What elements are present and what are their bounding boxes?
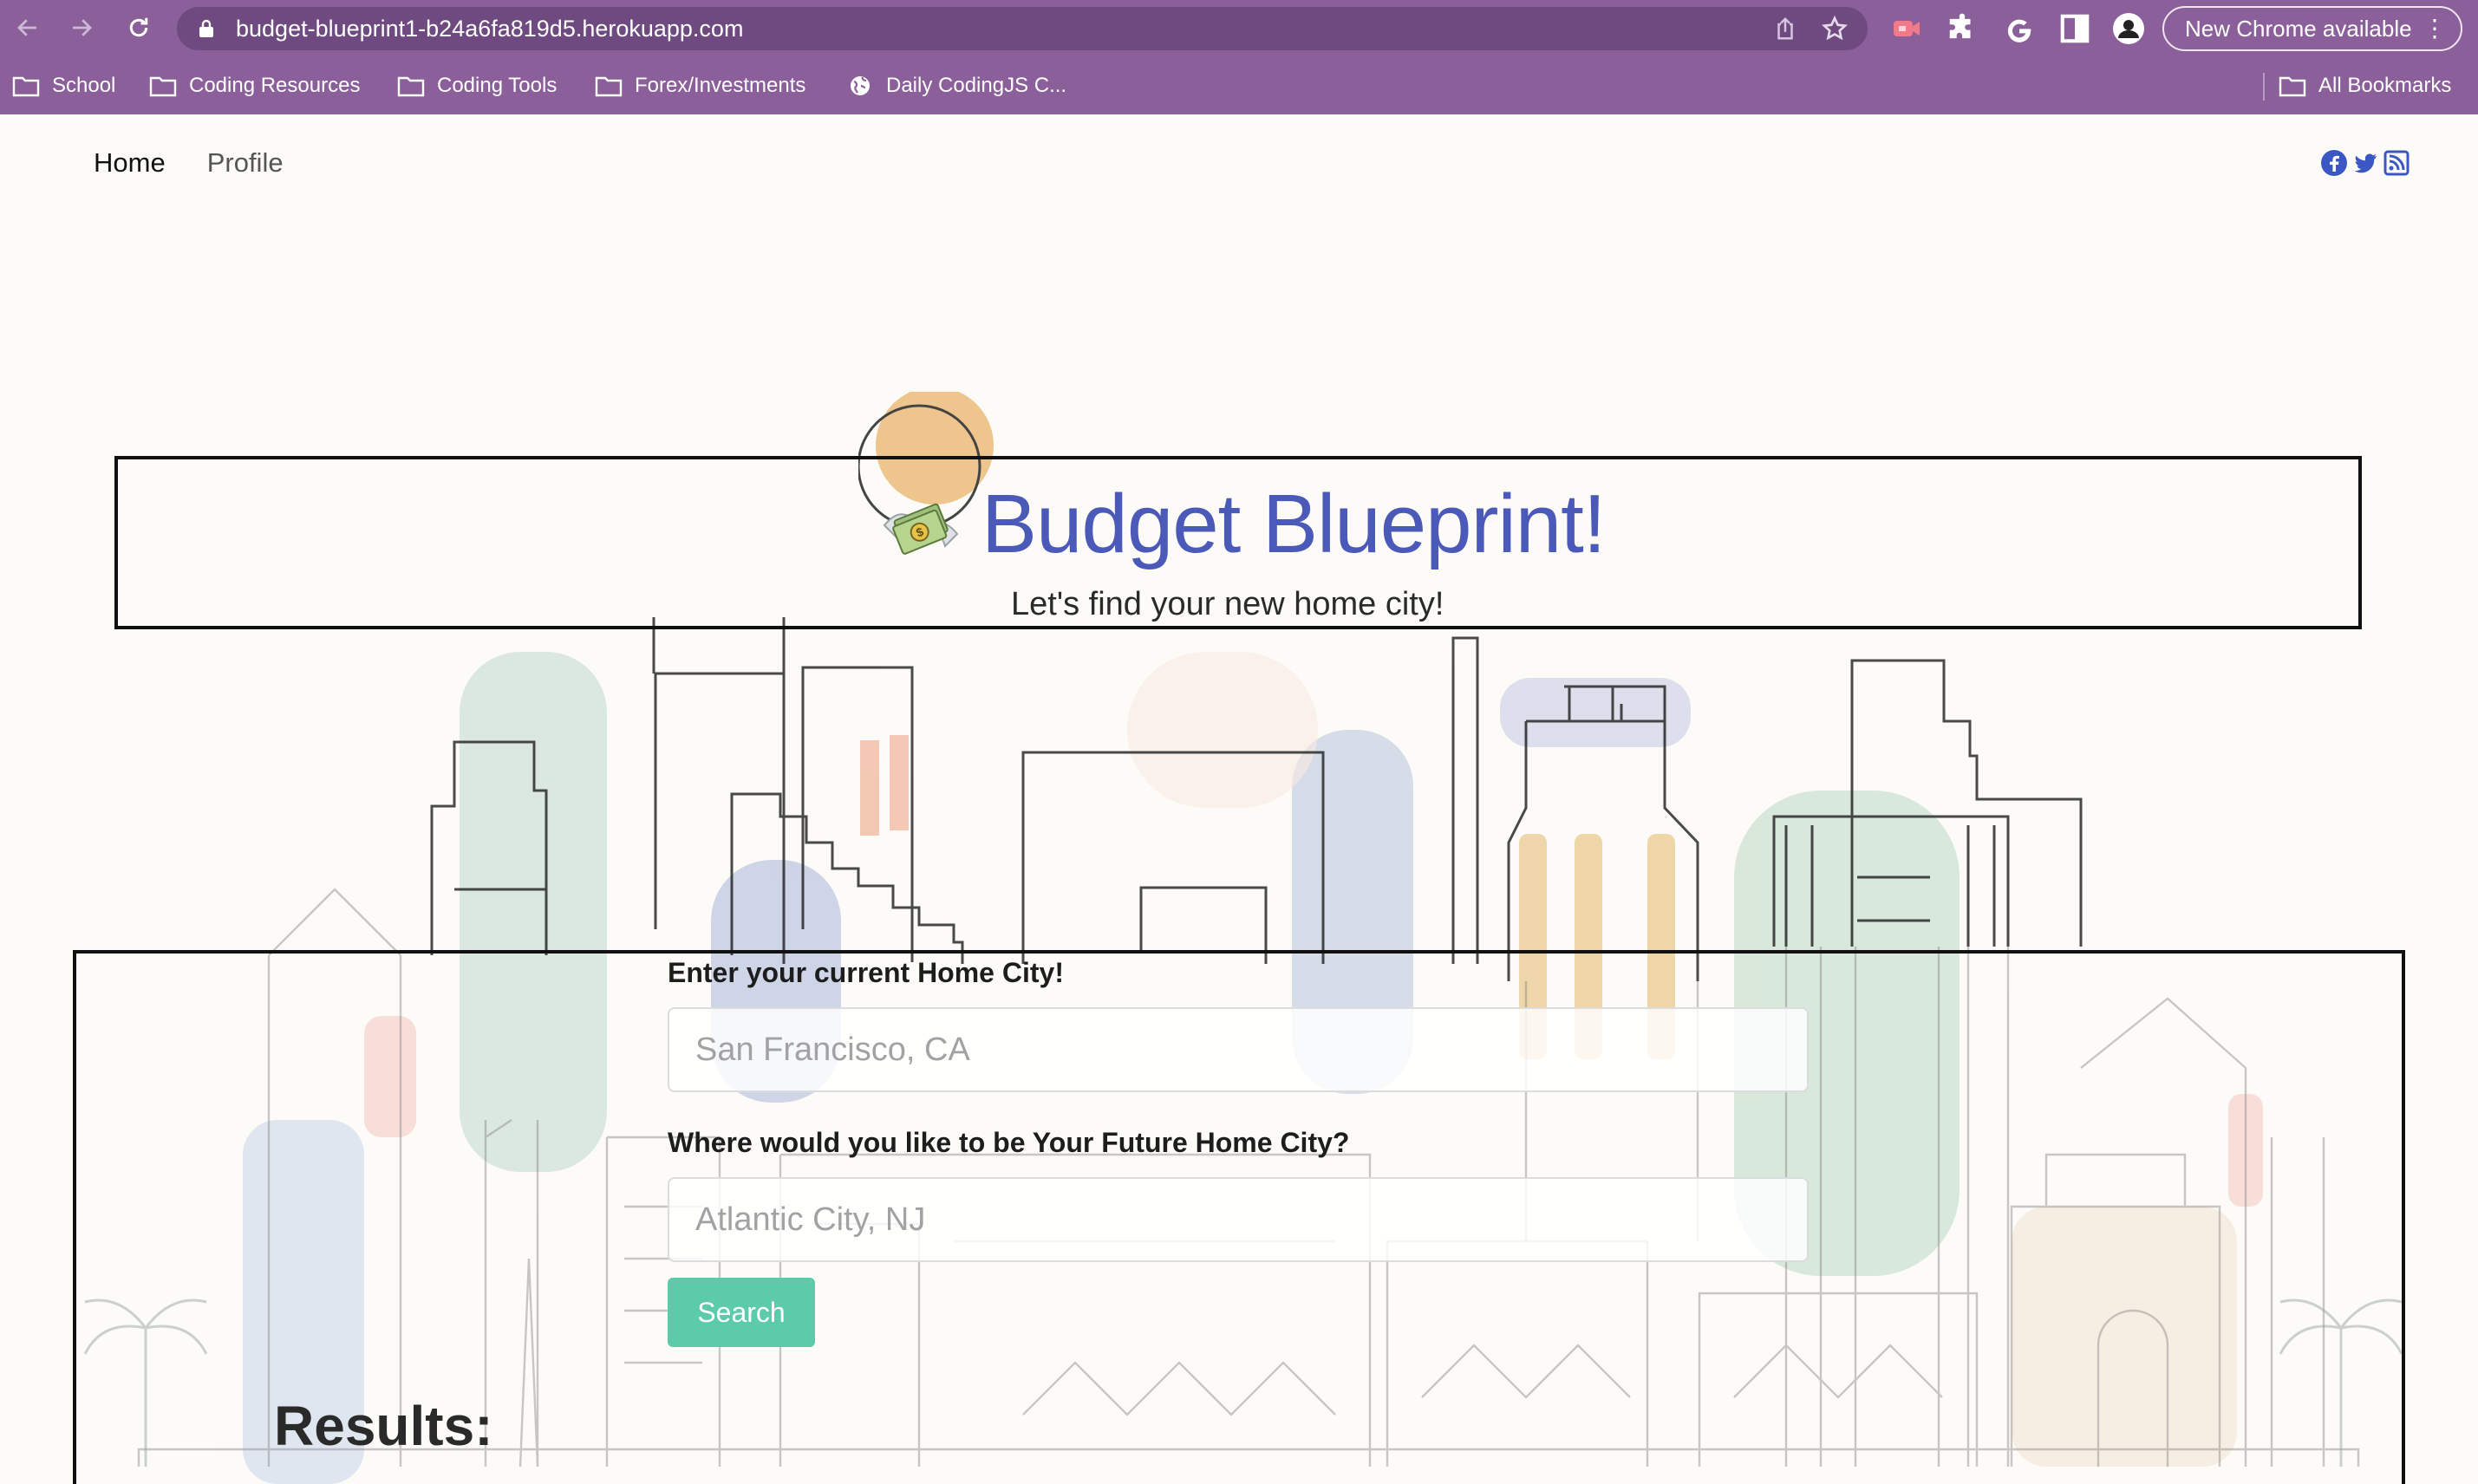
nav-home-link[interactable]: Home	[94, 147, 166, 179]
lock-icon[interactable]	[198, 19, 215, 38]
share-icon[interactable]	[1772, 16, 1798, 42]
bookmark-all-bookmarks[interactable]: All Bookmarks	[2279, 62, 2451, 109]
bookmark-label: Daily CodingJS C...	[886, 74, 1067, 97]
bookmark-school[interactable]: School	[12, 62, 115, 109]
new-chrome-available-button[interactable]: New Chrome available ⋮	[2162, 6, 2462, 51]
page-viewport: Home Profile $ Budget Blueprint! Let's f…	[0, 114, 2478, 1484]
results-heading: Results:	[274, 1395, 493, 1457]
bookmarks-bar: School Coding Resources Coding Tools For…	[0, 62, 2478, 109]
screen-recorder-extension-icon[interactable]	[1890, 12, 1923, 45]
current-city-label: Enter your current Home City!	[668, 957, 1064, 988]
new-chrome-label: New Chrome available	[2185, 16, 2412, 42]
browser-toolbar: budget-blueprint1-b24a6fa819d5.herokuapp…	[0, 0, 2478, 57]
future-city-label: Where would you like to be Your Future H…	[668, 1127, 1350, 1158]
bookmark-label: All Bookmarks	[2318, 74, 2452, 97]
bookmark-coding-resources[interactable]: Coding Resources	[149, 62, 360, 109]
folder-icon	[2279, 76, 2306, 97]
side-panel-icon[interactable]	[2058, 12, 2091, 45]
bookmarks-divider	[2263, 73, 2265, 101]
folder-icon	[12, 76, 40, 97]
rss-icon[interactable]	[2383, 149, 2410, 177]
bookmark-label: School	[52, 74, 116, 97]
bookmark-label: Coding Resources	[189, 74, 361, 97]
current-city-input[interactable]	[668, 1007, 1809, 1092]
bookmark-forex-investments[interactable]: Forex/Investments	[595, 62, 805, 109]
site-title: Budget Blueprint!	[981, 478, 1606, 570]
chrome-menu-icon[interactable]: ⋮	[2423, 8, 2447, 49]
forward-icon[interactable]	[64, 10, 99, 45]
reload-icon[interactable]	[121, 10, 156, 45]
bookmark-label: Coding Tools	[437, 74, 558, 97]
bookmark-label: Forex/Investments	[635, 74, 806, 97]
google-icon[interactable]	[2003, 12, 2036, 45]
folder-icon	[149, 76, 177, 97]
back-icon[interactable]	[10, 10, 45, 45]
folder-icon	[397, 76, 425, 97]
search-button[interactable]: Search	[668, 1278, 815, 1347]
site-navigation: Home Profile	[94, 147, 284, 179]
money-with-wings-icon: $	[883, 503, 959, 555]
nav-profile-link[interactable]: Profile	[207, 147, 284, 179]
twitter-icon[interactable]	[2351, 149, 2379, 177]
bookmark-star-icon[interactable]	[1821, 15, 1849, 42]
bookmark-coding-tools[interactable]: Coding Tools	[397, 62, 557, 109]
profile-avatar-icon[interactable]	[2112, 12, 2145, 45]
address-bar[interactable]: budget-blueprint1-b24a6fa819d5.herokuapp…	[177, 7, 1868, 50]
future-city-input[interactable]	[668, 1177, 1809, 1262]
folder-icon	[595, 76, 623, 97]
url-text[interactable]: budget-blueprint1-b24a6fa819d5.herokuapp…	[236, 7, 743, 50]
extensions-puzzle-icon[interactable]	[1946, 12, 1979, 45]
facebook-icon[interactable]	[2320, 149, 2348, 177]
social-links	[2320, 149, 2410, 177]
site-subtitle: Let's find your new home city!	[1011, 586, 1444, 622]
browser-chrome: budget-blueprint1-b24a6fa819d5.herokuapp…	[0, 0, 2478, 114]
globe-icon	[851, 76, 870, 95]
bookmark-daily-codingjs[interactable]: Daily CodingJS C...	[846, 62, 1066, 109]
